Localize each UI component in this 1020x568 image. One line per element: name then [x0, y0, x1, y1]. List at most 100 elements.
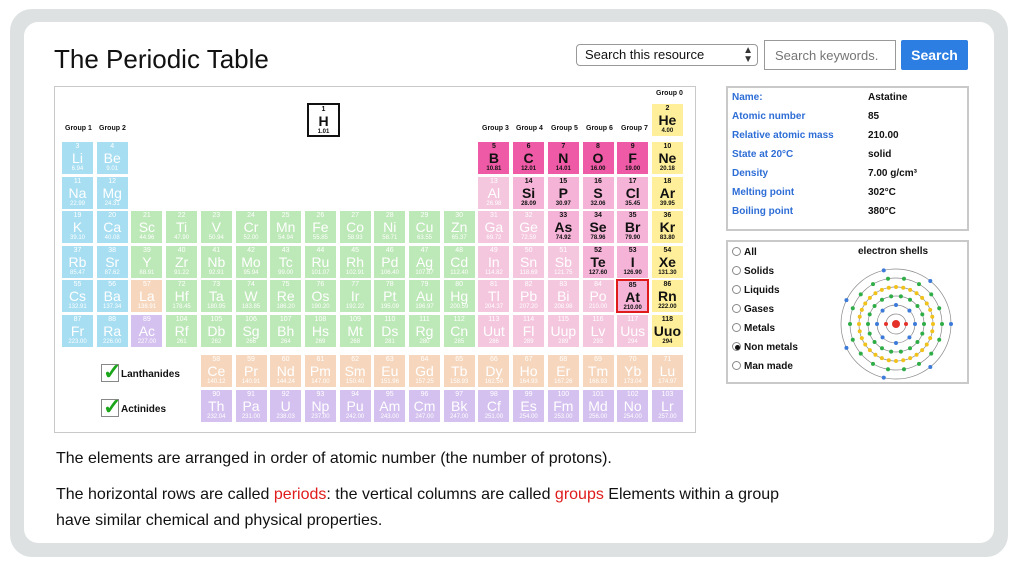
element-zr[interactable]: 40 Zr 91.22 — [165, 245, 199, 279]
element-sr[interactable]: 38 Sr 87.62 — [95, 245, 129, 279]
element-at[interactable]: 85 At 210.00 — [616, 279, 650, 313]
element-gd[interactable]: 64 Gd 157.25 — [408, 354, 441, 388]
element-sb[interactable]: 51 Sb 121.75 — [546, 245, 580, 279]
element-co[interactable]: 27 Co 58.93 — [338, 210, 372, 244]
element-be[interactable]: 4 Be 9.01 — [95, 141, 129, 175]
element-rn[interactable]: 86 Rn 222.00 — [650, 279, 684, 313]
element-yb[interactable]: 70 Yb 173.04 — [616, 354, 650, 388]
element-ti[interactable]: 22 Ti 47.90 — [165, 210, 199, 244]
element-lv[interactable]: 116 Lv 293 — [581, 314, 615, 348]
element-tb[interactable]: 65 Tb 158.93 — [442, 354, 476, 388]
element-pa[interactable]: 91 Pa 231.00 — [234, 389, 268, 423]
filter-option-gases[interactable]: Gases — [732, 304, 774, 315]
element-cl[interactable]: 17 Cl 35.45 — [616, 176, 650, 210]
element-v[interactable]: 23 V 50.94 — [199, 210, 233, 244]
element-uuo[interactable]: 118 Uuo 294 — [650, 314, 684, 348]
element-hg[interactable]: 80 Hg 200.59 — [442, 279, 476, 313]
element-fe[interactable]: 26 Fe 55.85 — [303, 210, 337, 244]
element-md[interactable]: 101 Md 256.00 — [581, 389, 615, 423]
element-dy[interactable]: 66 Dy 162.50 — [477, 354, 511, 388]
element-p[interactable]: 15 P 30.97 — [546, 176, 580, 210]
element-br[interactable]: 35 Br 79.90 — [616, 210, 650, 244]
element-pm[interactable]: 61 Pm 147.00 — [303, 354, 337, 388]
element-sc[interactable]: 21 Sc 44.96 — [130, 210, 164, 244]
element-lr[interactable]: 103 Lr 257.00 — [650, 389, 684, 423]
element-bh[interactable]: 107 Bh 264 — [269, 314, 303, 348]
element-f[interactable]: 9 F 19.00 — [616, 141, 650, 175]
element-pd[interactable]: 46 Pd 106.40 — [373, 245, 407, 279]
element-cd[interactable]: 48 Cd 112.40 — [442, 245, 476, 279]
element-nb[interactable]: 41 Nb 92.91 — [199, 245, 233, 279]
element-ne[interactable]: 10 Ne 20.18 — [650, 141, 684, 175]
element-cf[interactable]: 98 Cf 251.00 — [477, 389, 511, 423]
element-fr[interactable]: 87 Fr 223.00 — [61, 314, 94, 348]
element-cr[interactable]: 24 Cr 52.00 — [234, 210, 268, 244]
filter-option-non-metals[interactable]: Non metals — [732, 342, 798, 353]
element-ta[interactable]: 73 Ta 180.95 — [199, 279, 233, 313]
element-mo[interactable]: 42 Mo 95.94 — [234, 245, 268, 279]
element-tc[interactable]: 43 Tc 99.00 — [269, 245, 303, 279]
element-cu[interactable]: 29 Cu 63.55 — [408, 210, 441, 244]
element-zn[interactable]: 30 Zn 65.37 — [442, 210, 476, 244]
element-uup[interactable]: 115 Uup 289 — [546, 314, 580, 348]
element-ag[interactable]: 47 Ag 107.87 — [408, 245, 441, 279]
element-mg[interactable]: 12 Mg 24.31 — [95, 176, 129, 210]
element-am[interactable]: 95 Am 243.00 — [373, 389, 407, 423]
filter-option-metals[interactable]: Metals — [732, 323, 775, 334]
element-sg[interactable]: 106 Sg 266 — [234, 314, 268, 348]
element-ge[interactable]: 32 Ge 72.59 — [512, 210, 546, 244]
element-mt[interactable]: 109 Mt 268 — [338, 314, 372, 348]
element-s[interactable]: 16 S 32.06 — [581, 176, 615, 210]
element-au[interactable]: 79 Au 196.97 — [408, 279, 441, 313]
element-ba[interactable]: 56 Ba 137.34 — [95, 279, 129, 313]
element-lu[interactable]: 71 Lu 174.97 — [650, 354, 684, 388]
element-ar[interactable]: 18 Ar 39.95 — [650, 176, 684, 210]
element-ir[interactable]: 77 Ir 192.22 — [338, 279, 372, 313]
element-h[interactable]: 1 H 1.01 — [307, 103, 340, 137]
element-ds[interactable]: 110 Ds 281 — [373, 314, 407, 348]
element-ce[interactable]: 58 Ce 140.12 — [199, 354, 233, 388]
element-uut[interactable]: 113 Uut 286 — [477, 314, 511, 348]
actinides-checkbox[interactable]: ✓ — [101, 394, 121, 419]
element-th[interactable]: 90 Th 232.04 — [199, 389, 233, 423]
search-button[interactable]: Search — [901, 40, 968, 70]
element-cn[interactable]: 112 Cn 285 — [442, 314, 476, 348]
element-er[interactable]: 68 Er 167.26 — [546, 354, 580, 388]
element-n[interactable]: 7 N 14.01 — [546, 141, 580, 175]
element-ac[interactable]: 89 Ac 227.00 — [130, 314, 164, 348]
element-na[interactable]: 11 Na 22.99 — [61, 176, 94, 210]
element-li[interactable]: 3 Li 6.94 — [61, 141, 94, 175]
search-input[interactable] — [764, 40, 896, 70]
element-cs[interactable]: 55 Cs 132.91 — [61, 279, 94, 313]
element-te[interactable]: 52 Te 127.60 — [581, 245, 615, 279]
element-fl[interactable]: 114 Fl 289 — [512, 314, 546, 348]
element-rf[interactable]: 104 Rf 261 — [165, 314, 199, 348]
element-u[interactable]: 92 U 238.03 — [269, 389, 303, 423]
element-ho[interactable]: 67 Ho 164.93 — [512, 354, 546, 388]
element-o[interactable]: 8 O 16.00 — [581, 141, 615, 175]
element-nd[interactable]: 60 Nd 144.24 — [269, 354, 303, 388]
element-es[interactable]: 99 Es 254.00 — [512, 389, 546, 423]
element-ni[interactable]: 28 Ni 58.71 — [373, 210, 407, 244]
element-re[interactable]: 75 Re 186.20 — [269, 279, 303, 313]
element-b[interactable]: 5 B 10.81 — [477, 141, 511, 175]
element-in[interactable]: 49 In 114.82 — [477, 245, 511, 279]
filter-option-solids[interactable]: Solids — [732, 266, 774, 277]
element-fm[interactable]: 100 Fm 253.00 — [546, 389, 580, 423]
element-pu[interactable]: 94 Pu 242.00 — [338, 389, 372, 423]
element-si[interactable]: 14 Si 28.09 — [512, 176, 546, 210]
element-c[interactable]: 6 C 12.01 — [512, 141, 546, 175]
element-os[interactable]: 76 Os 190.20 — [303, 279, 337, 313]
element-rh[interactable]: 45 Rh 102.91 — [338, 245, 372, 279]
element-ru[interactable]: 44 Ru 101.07 — [303, 245, 337, 279]
element-la[interactable]: 57 La 138.91 — [130, 279, 164, 313]
element-ra[interactable]: 88 Ra 226.00 — [95, 314, 129, 348]
element-hf[interactable]: 72 Hf 178.45 — [165, 279, 199, 313]
element-sm[interactable]: 62 Sm 150.40 — [338, 354, 372, 388]
element-al[interactable]: 13 Al 26.98 — [477, 176, 511, 210]
element-cm[interactable]: 96 Cm 247.00 — [408, 389, 441, 423]
element-sn[interactable]: 50 Sn 118.69 — [512, 245, 546, 279]
element-w[interactable]: 74 W 183.85 — [234, 279, 268, 313]
element-kr[interactable]: 36 Kr 83.80 — [650, 210, 684, 244]
element-hs[interactable]: 108 Hs 269 — [303, 314, 337, 348]
